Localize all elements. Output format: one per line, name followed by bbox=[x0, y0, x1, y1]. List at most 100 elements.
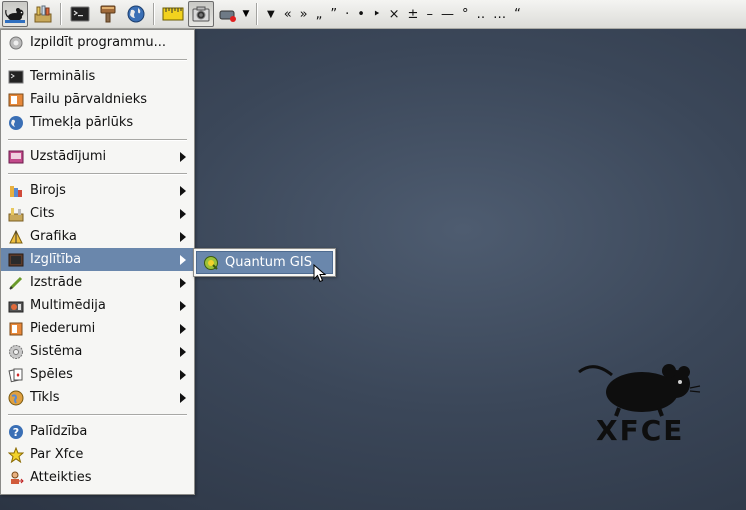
menu-item-multimedia[interactable]: Multimēdija bbox=[1, 294, 194, 317]
star-icon bbox=[8, 446, 24, 463]
terminal-icon bbox=[70, 6, 90, 22]
submenu-arrow-icon bbox=[180, 255, 186, 265]
submenu-arrow-icon bbox=[180, 278, 186, 288]
char-item[interactable]: – bbox=[426, 7, 433, 22]
char-item[interactable]: · bbox=[345, 7, 349, 22]
top-panel: ▼ ▼ « » „ ” · • ‣ × ± – — ° ‥ … “ bbox=[0, 0, 746, 29]
menu-item-about[interactable]: Par Xfce bbox=[1, 443, 194, 466]
menu-item-accessories[interactable]: Piederumi bbox=[1, 317, 194, 340]
menu-item-label: Palīdzība bbox=[30, 424, 88, 439]
menu-item-label: Uzstādījumi bbox=[30, 149, 107, 164]
char-item[interactable]: … bbox=[493, 7, 506, 22]
submenu-arrow-icon bbox=[180, 324, 186, 334]
system-gear-icon bbox=[8, 344, 24, 360]
menu-item-label: Birojs bbox=[30, 183, 66, 198]
ruler-launcher[interactable] bbox=[160, 1, 186, 27]
menu-item-label: Piederumi bbox=[30, 321, 96, 336]
menu-item-network[interactable]: Tīkls bbox=[1, 386, 194, 409]
applications-menu: Izpildīt programmu... Terminālis Failu p… bbox=[0, 29, 195, 495]
menu-item-web-browser[interactable]: Tīmekļa pārlūks bbox=[1, 111, 194, 134]
menu-item-label: Sistēma bbox=[30, 344, 83, 359]
globe-icon bbox=[8, 115, 24, 131]
screenshot-launcher[interactable] bbox=[188, 1, 214, 27]
web-browser-launcher[interactable] bbox=[123, 1, 149, 27]
panel-separator bbox=[153, 3, 154, 25]
char-item[interactable]: ‥ bbox=[476, 7, 485, 22]
menu-item-label: Izstrāde bbox=[30, 275, 83, 290]
menu-item-settings[interactable]: Uzstādījumi bbox=[1, 145, 194, 168]
char-item[interactable]: ” bbox=[330, 7, 337, 22]
menu-item-label: Izglītība bbox=[30, 252, 82, 267]
ruler-icon bbox=[162, 7, 184, 21]
menu-separator bbox=[8, 59, 187, 60]
network-globe-icon bbox=[8, 390, 24, 406]
menu-item-graphics[interactable]: Grafika bbox=[1, 225, 194, 248]
terminal-icon bbox=[8, 69, 24, 85]
help-icon: ? bbox=[8, 424, 24, 440]
recorder-launcher[interactable]: ▼ bbox=[216, 1, 252, 27]
menu-item-run[interactable]: Izpildīt programmu... bbox=[1, 31, 194, 54]
menu-item-logout[interactable]: Atteikties bbox=[1, 466, 194, 489]
char-item[interactable]: » bbox=[300, 7, 308, 22]
menu-item-games[interactable]: Spēles bbox=[1, 363, 194, 386]
menu-item-label: Terminālis bbox=[30, 69, 96, 84]
menu-item-file-manager[interactable]: Failu pārvaldnieks bbox=[1, 88, 194, 111]
char-item[interactable]: • bbox=[357, 7, 365, 22]
submenu-arrow-icon bbox=[180, 370, 186, 380]
menu-item-label: Tīkls bbox=[30, 390, 60, 405]
panel-separator bbox=[60, 3, 61, 25]
paint-launcher[interactable] bbox=[95, 1, 121, 27]
char-item[interactable]: “ bbox=[514, 7, 521, 22]
qgis-icon bbox=[203, 255, 219, 271]
char-item[interactable]: ‣ bbox=[373, 7, 381, 22]
menu-item-office[interactable]: Birojs bbox=[1, 179, 194, 202]
terminal-launcher[interactable] bbox=[67, 1, 93, 27]
menu-separator bbox=[8, 173, 187, 174]
char-item[interactable]: « bbox=[284, 7, 292, 22]
file-manager-icon bbox=[8, 92, 24, 108]
menu-item-label: Atteikties bbox=[30, 470, 92, 485]
development-icon bbox=[8, 275, 24, 291]
submenu-arrow-icon bbox=[180, 301, 186, 311]
character-picker[interactable]: ▼ « » „ ” · • ‣ × ± – — ° ‥ … “ bbox=[261, 7, 525, 22]
xfce-mouse-menu-icon bbox=[5, 8, 25, 23]
applications-icon bbox=[34, 5, 52, 23]
menu-item-label: Multimēdija bbox=[30, 298, 106, 313]
menu-item-label: Tīmekļa pārlūks bbox=[30, 115, 134, 130]
menu-item-education[interactable]: Izglītība bbox=[1, 248, 194, 271]
menu-item-label: Par Xfce bbox=[30, 447, 84, 462]
menu-item-label: Grafika bbox=[30, 229, 77, 244]
menu-item-label: Cits bbox=[30, 206, 55, 221]
graphics-icon bbox=[8, 229, 24, 245]
recorder-icon bbox=[219, 10, 236, 22]
char-item[interactable]: „ bbox=[316, 7, 323, 22]
char-item[interactable]: × bbox=[389, 7, 400, 22]
other-apps-icon bbox=[8, 206, 24, 222]
menu-item-help[interactable]: ? Palīdzība bbox=[1, 420, 194, 443]
menu-item-label: Spēles bbox=[30, 367, 73, 382]
applications-launcher[interactable] bbox=[30, 1, 56, 27]
chevron-down-icon: ▼ bbox=[242, 9, 250, 19]
svg-text:?: ? bbox=[13, 426, 19, 439]
char-item[interactable]: ° bbox=[462, 7, 469, 22]
menu-separator bbox=[8, 414, 187, 415]
mouse-cursor-icon bbox=[313, 264, 327, 283]
accessories-icon bbox=[8, 321, 24, 337]
menu-item-label: Izpildīt programmu... bbox=[30, 35, 167, 50]
menu-item-other[interactable]: Cits bbox=[1, 202, 194, 225]
dropdown-arrow-icon[interactable]: ▼ bbox=[267, 9, 275, 20]
education-icon bbox=[8, 252, 24, 268]
menu-item-terminal[interactable]: Terminālis bbox=[1, 65, 194, 88]
submenu-arrow-icon bbox=[180, 393, 186, 403]
gear-icon bbox=[8, 35, 24, 51]
menu-item-label: Failu pārvaldnieks bbox=[30, 92, 148, 107]
multimedia-icon bbox=[8, 298, 24, 314]
char-item[interactable]: — bbox=[441, 7, 454, 22]
paint-brush-icon bbox=[100, 5, 116, 23]
char-item[interactable]: ± bbox=[408, 7, 419, 22]
submenu-arrow-icon bbox=[180, 347, 186, 357]
xfce-menu-button[interactable] bbox=[2, 1, 28, 27]
menu-item-development[interactable]: Izstrāde bbox=[1, 271, 194, 294]
menu-item-system[interactable]: Sistēma bbox=[1, 340, 194, 363]
office-icon bbox=[8, 183, 24, 199]
